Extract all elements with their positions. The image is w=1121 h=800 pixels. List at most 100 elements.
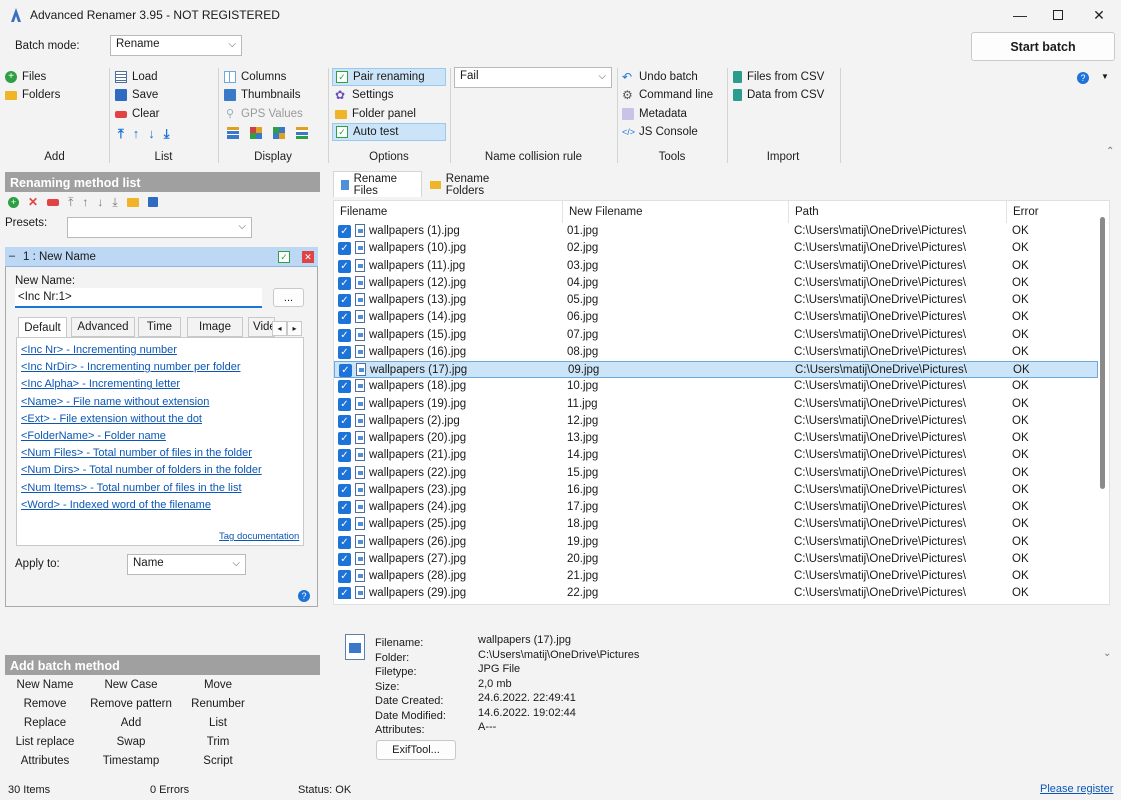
table-row[interactable]: ✓ wallpapers (27).jpg 20.jpg C:\Users\matij… [334, 551, 1098, 568]
columns-button[interactable]: Columns [224, 68, 286, 86]
row-checkbox[interactable]: ✓ [338, 483, 351, 497]
expand-panel-icon[interactable]: ⌄ [1103, 648, 1111, 659]
collision-rule-select[interactable]: Fail ⌵ [454, 67, 612, 88]
table-row[interactable]: ✓ wallpapers (11).jpg 03.jpg C:\Users\matij… [334, 258, 1098, 275]
tag-link[interactable]: <Word> - Indexed word of the filename [21, 499, 211, 511]
clear-methods-icon[interactable] [47, 198, 60, 206]
data-from-csv-button[interactable]: Data from CSV [733, 86, 824, 104]
row-checkbox[interactable]: ✓ [338, 345, 351, 359]
row-checkbox[interactable]: ✓ [338, 432, 351, 445]
column-header-new-filename[interactable]: New Filename [563, 201, 789, 223]
undo-batch-button[interactable]: ↶ Undo batch [622, 68, 698, 86]
command-line-button[interactable]: ⚙ Command line [622, 86, 713, 104]
row-checkbox[interactable]: ✓ [338, 570, 351, 583]
row-checkbox[interactable]: ✓ [338, 311, 351, 325]
move-up-icon[interactable]: ↑ [82, 195, 88, 209]
save-icon[interactable] [147, 197, 158, 207]
view-small-icon[interactable] [250, 127, 262, 139]
settings-button[interactable]: ✿ Settings [335, 86, 394, 104]
move-down-icon[interactable]: ↓ [148, 126, 155, 142]
collapse-icon[interactable]: – [9, 250, 15, 262]
thumbnails-button[interactable]: Thumbnails [224, 86, 300, 104]
auto-test-toggle[interactable]: ✓ Auto test [332, 123, 446, 141]
row-checkbox[interactable]: ✓ [338, 466, 351, 480]
batch-method-item[interactable]: Replace [0, 717, 90, 729]
table-row[interactable]: ✓ wallpapers (21).jpg 14.jpg C:\Users\matij… [334, 447, 1098, 464]
folder-panel-button[interactable]: Folder panel [335, 105, 416, 123]
move-top-icon[interactable]: ⤒ [68, 195, 73, 210]
batch-method-item[interactable]: Add [86, 717, 176, 729]
row-checkbox[interactable]: ✓ [338, 276, 351, 290]
tab-rename-files[interactable]: Rename Files [333, 171, 422, 197]
batch-method-item[interactable]: Remove [0, 698, 90, 710]
start-batch-button[interactable]: Start batch [971, 32, 1115, 61]
clear-button[interactable]: Clear [115, 105, 159, 123]
move-bottom-icon[interactable]: ⤓ [164, 126, 170, 142]
table-row[interactable]: ✓ wallpapers (15).jpg 07.jpg C:\Users\matij… [334, 327, 1098, 344]
tab-scroll-left[interactable]: ◂ [272, 321, 287, 336]
batch-method-item[interactable]: New Name [0, 679, 90, 691]
table-row[interactable]: ✓ wallpapers (25).jpg 18.jpg C:\Users\matij… [334, 516, 1098, 533]
move-bottom-icon[interactable]: ⤓ [112, 195, 117, 210]
tag-link[interactable]: <Inc Alpha> - Incrementing letter [21, 378, 180, 390]
close-button[interactable]: ✕ [1076, 0, 1121, 30]
table-row[interactable]: ✓ wallpapers (28).jpg 21.jpg C:\Users\matij… [334, 568, 1098, 585]
row-checkbox[interactable]: ✓ [338, 225, 351, 238]
batch-method-item[interactable]: Remove pattern [86, 698, 176, 710]
table-row[interactable]: ✓ wallpapers (12).jpg 04.jpg C:\Users\matij… [334, 275, 1098, 292]
row-checkbox[interactable]: ✓ [338, 449, 351, 463]
tag-link[interactable]: <Num Dirs> - Total number of folders in … [21, 464, 262, 476]
tab-rename-folders[interactable]: Rename Folders [424, 173, 529, 197]
tag-link[interactable]: <Name> - File name without extension [21, 396, 209, 408]
add-method-icon[interactable]: + [8, 196, 19, 208]
metadata-button[interactable]: Metadata [622, 105, 687, 123]
tab-time[interactable]: Time [138, 317, 181, 337]
tag-link[interactable]: <Num Items> - Total number of files in t… [21, 482, 242, 494]
batch-method-item[interactable]: Timestamp [86, 755, 176, 767]
move-up-icon[interactable]: ↑ [133, 126, 140, 142]
tab-video[interactable]: Vide [248, 317, 275, 337]
tab-scroll-right[interactable]: ▸ [287, 321, 302, 336]
js-console-button[interactable]: </> JS Console [622, 123, 698, 141]
maximize-button[interactable] [1035, 0, 1081, 30]
batch-method-item[interactable]: Attributes [0, 755, 90, 767]
tab-image[interactable]: Image [187, 317, 243, 337]
table-row[interactable]: ✓ wallpapers (23).jpg 16.jpg C:\Users\matij… [334, 482, 1098, 499]
dropdown-arrow-icon[interactable]: ▼ [1101, 72, 1109, 81]
row-checkbox[interactable]: ✓ [338, 242, 351, 256]
table-row[interactable]: ✓ wallpapers (13).jpg 05.jpg C:\Users\matij… [334, 292, 1098, 309]
table-row[interactable]: ✓ wallpapers (17).jpg 09.jpg C:\Users\matij… [334, 361, 1098, 379]
collapse-ribbon-icon[interactable]: ⌃ [1106, 146, 1114, 157]
table-row[interactable]: ✓ wallpapers (24).jpg 17.jpg C:\Users\matij… [334, 499, 1098, 516]
help-icon[interactable]: ? [298, 590, 310, 602]
tag-documentation-link[interactable]: Tag documentation [219, 531, 299, 542]
move-down-icon[interactable]: ↓ [97, 195, 103, 209]
table-row[interactable]: ✓ wallpapers (22).jpg 15.jpg C:\Users\matij… [334, 465, 1098, 482]
table-row[interactable]: ✓ wallpapers (2).jpg 12.jpg C:\Users\matij\… [334, 413, 1098, 430]
row-checkbox[interactable]: ✓ [338, 518, 351, 532]
delete-method-icon[interactable]: ✕ [28, 195, 38, 209]
row-checkbox[interactable]: ✓ [338, 294, 351, 307]
apply-to-select[interactable]: Name ⌵ [127, 554, 246, 575]
batch-method-item[interactable]: New Case [86, 679, 176, 691]
save-button[interactable]: Save [115, 86, 158, 104]
presets-select[interactable]: ⌵ [67, 217, 252, 238]
column-header-filename[interactable]: Filename [334, 201, 563, 223]
table-row[interactable]: ✓ wallpapers (16).jpg 08.jpg C:\Users\matij… [334, 344, 1098, 361]
pair-renaming-toggle[interactable]: ✓ Pair renaming [332, 68, 446, 86]
batch-method-item[interactable]: List replace [0, 736, 90, 748]
tag-link[interactable]: <FolderName> - Folder name [21, 430, 166, 442]
table-row[interactable]: ✓ wallpapers (19).jpg 11.jpg C:\Users\matij… [334, 396, 1098, 413]
batch-method-item[interactable]: Script [173, 755, 263, 767]
remove-method-icon[interactable]: ✕ [302, 251, 314, 263]
vertical-scrollbar[interactable] [1100, 217, 1105, 489]
tag-link[interactable]: <Inc NrDir> - Incrementing number per fo… [21, 361, 240, 373]
batch-method-item[interactable]: List [173, 717, 263, 729]
column-header-path[interactable]: Path [789, 201, 1007, 223]
browse-tags-button[interactable]: ... [273, 288, 304, 307]
tag-link[interactable]: <Ext> - File extension without the dot [21, 413, 202, 425]
view-medium-icon[interactable] [273, 127, 285, 139]
row-checkbox[interactable]: ✓ [338, 259, 351, 273]
batch-method-item[interactable]: Trim [173, 736, 263, 748]
batch-mode-select[interactable]: Rename ⌵ [110, 35, 242, 56]
